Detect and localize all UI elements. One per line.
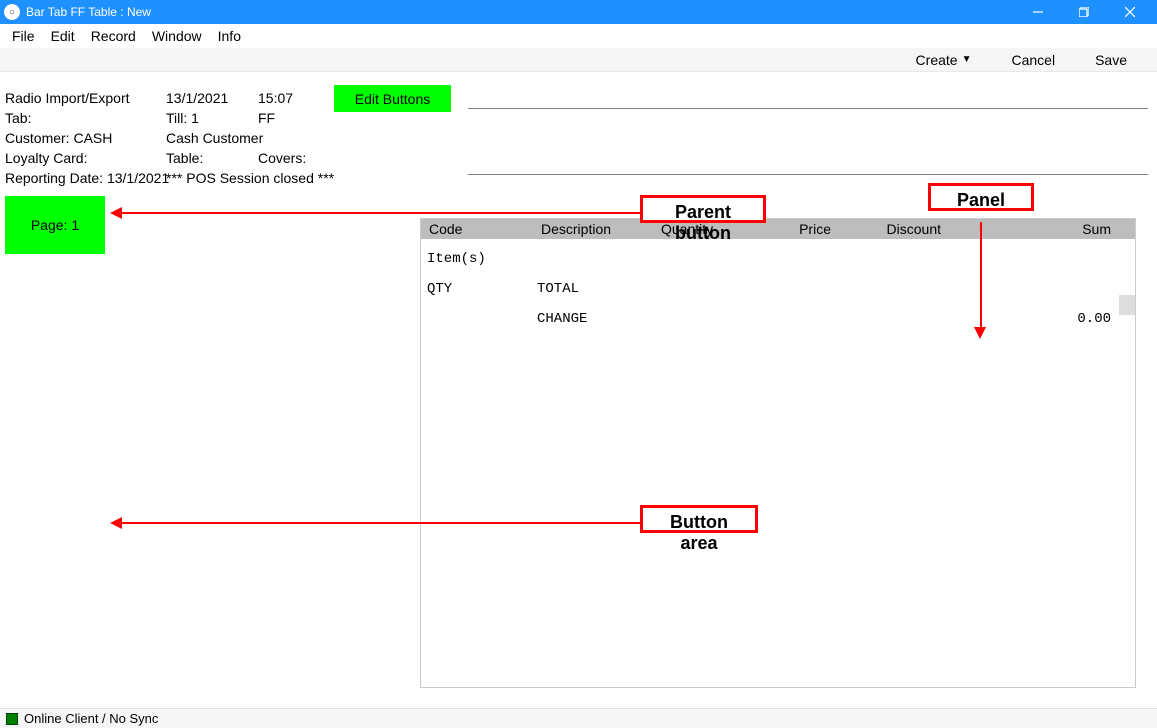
annotation-parent-button: Parent button <box>640 195 766 223</box>
till-type: FF <box>258 110 275 126</box>
col-discount: Discount <box>883 219 945 239</box>
arrow-head-icon <box>110 517 122 529</box>
scrollbar-thumb[interactable] <box>1119 295 1135 315</box>
divider-line <box>468 174 1148 175</box>
menu-file[interactable]: File <box>4 26 43 46</box>
annotation-panel: Panel <box>928 183 1034 211</box>
location-label: Radio Import/Export <box>5 90 130 106</box>
panel-header: Code Description Quantity Price Discount… <box>421 219 1135 239</box>
maximize-button[interactable] <box>1061 0 1107 24</box>
chevron-down-icon: ▼ <box>962 54 972 65</box>
col-sum: Sum <box>1078 219 1115 239</box>
window-controls <box>1015 0 1153 24</box>
title-bar: ○ Bar Tab FF Table : New <box>0 0 1157 24</box>
minimize-button[interactable] <box>1015 0 1061 24</box>
window-title: Bar Tab FF Table : New <box>26 5 1015 19</box>
change-label: CHANGE <box>537 311 587 327</box>
menu-window[interactable]: Window <box>144 26 210 46</box>
status-bar: Online Client / No Sync <box>0 708 1157 728</box>
create-button[interactable]: Create ▼ <box>916 52 972 68</box>
change-value: 0.00 <box>1077 311 1111 327</box>
create-label: Create <box>916 52 958 68</box>
col-description: Description <box>537 219 615 239</box>
qty-label: QTY <box>427 281 452 297</box>
arrow-head-icon <box>110 207 122 219</box>
menu-info[interactable]: Info <box>210 26 249 46</box>
arrow-line <box>122 522 640 524</box>
edit-buttons-label: Edit Buttons <box>355 91 431 107</box>
action-toolbar: Create ▼ Cancel Save <box>0 48 1157 72</box>
col-price: Price <box>795 219 835 239</box>
menu-record[interactable]: Record <box>83 26 144 46</box>
arrow-line <box>122 212 640 214</box>
menu-edit[interactable]: Edit <box>43 26 83 46</box>
close-button[interactable] <box>1107 0 1153 24</box>
status-text: Online Client / No Sync <box>24 711 158 726</box>
arrow-head-icon <box>974 327 986 339</box>
panel-body: Item(s) QTY TOTAL CHANGE 0.00 <box>421 239 1135 687</box>
divider-line <box>468 108 1148 109</box>
annotation-button-area: Button area <box>640 505 758 533</box>
customer-name: Cash Customer <box>166 130 263 146</box>
edit-buttons-button[interactable]: Edit Buttons <box>334 85 451 112</box>
loyalty-label: Loyalty Card: <box>5 150 87 166</box>
date-value: 13/1/2021 <box>166 90 228 106</box>
save-button[interactable]: Save <box>1095 52 1127 68</box>
content-area: Radio Import/Export 13/1/2021 15:07 Tab:… <box>0 72 1157 708</box>
items-label: Item(s) <box>427 251 486 267</box>
arrow-line <box>980 222 982 327</box>
col-code: Code <box>425 219 466 239</box>
tab-label: Tab: <box>5 110 31 126</box>
customer-label: Customer: CASH <box>5 130 112 146</box>
till-label: Till: 1 <box>166 110 199 126</box>
time-value: 15:07 <box>258 90 293 106</box>
covers-label: Covers: <box>258 150 306 166</box>
reporting-date-label: Reporting Date: 13/1/2021 <box>5 170 169 186</box>
cancel-button[interactable]: Cancel <box>1011 52 1055 68</box>
items-panel: Code Description Quantity Price Discount… <box>420 218 1136 688</box>
table-label: Table: <box>166 150 203 166</box>
menu-bar: File Edit Record Window Info <box>0 24 1157 48</box>
page-button[interactable]: Page: 1 <box>5 196 105 254</box>
total-label: TOTAL <box>537 281 579 297</box>
online-indicator-icon <box>6 713 18 725</box>
page-label: Page: 1 <box>31 217 79 233</box>
app-icon: ○ <box>4 4 20 20</box>
session-status: *** POS Session closed *** <box>166 170 334 186</box>
